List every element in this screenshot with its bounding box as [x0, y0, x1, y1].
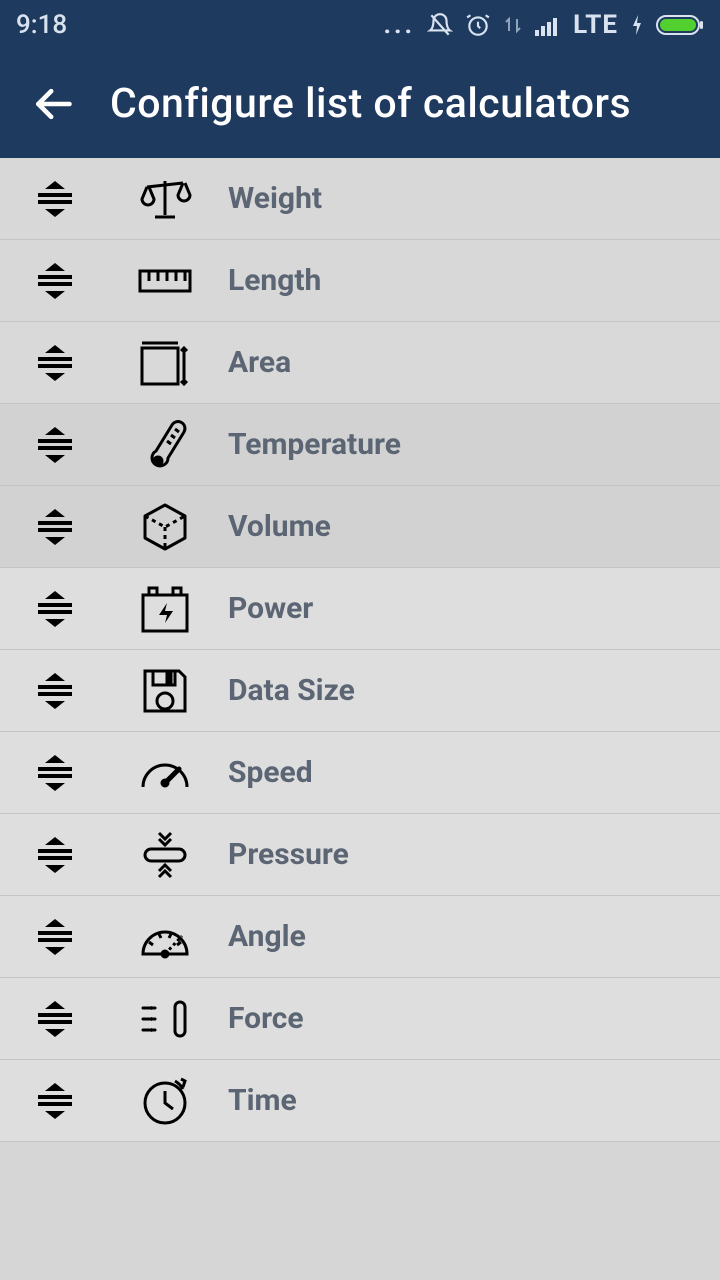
drag-handle-icon[interactable] [0, 589, 110, 629]
status-time: 9:18 [16, 10, 67, 40]
area-icon [110, 338, 220, 388]
status-right: ... LTE [383, 10, 704, 40]
list-item-label: Force [220, 1001, 304, 1036]
more-icon: ... [383, 10, 415, 40]
drag-handle-icon[interactable] [0, 1081, 110, 1121]
drag-handle-icon[interactable] [0, 343, 110, 383]
list-item-label: Time [220, 1083, 297, 1118]
arrow-left-icon [31, 82, 75, 126]
floppy-icon [110, 665, 220, 717]
drag-handle-icon[interactable] [0, 179, 110, 219]
list-item-label: Data Size [220, 673, 355, 708]
list-item-label: Length [220, 263, 321, 298]
protractor-icon [110, 914, 220, 960]
drag-handle-icon[interactable] [0, 753, 110, 793]
drag-handle-icon[interactable] [0, 671, 110, 711]
list-item[interactable]: Pressure [0, 814, 720, 896]
data-transfer-icon [503, 13, 523, 37]
force-icon [110, 996, 220, 1042]
list-item-label: Power [220, 591, 313, 626]
app-header: Configure list of calculators [0, 50, 720, 158]
list-item[interactable]: Angle [0, 896, 720, 978]
network-label: LTE [573, 10, 618, 40]
drag-handle-icon[interactable] [0, 261, 110, 301]
battery-power-icon [110, 583, 220, 635]
scale-icon [110, 175, 220, 223]
pressure-icon [110, 829, 220, 881]
list-item[interactable]: Area [0, 322, 720, 404]
ruler-icon [110, 266, 220, 296]
list-item[interactable]: Temperature [0, 404, 720, 486]
list-item-label: Weight [220, 181, 322, 216]
list-item[interactable]: Power [0, 568, 720, 650]
page-title: Configure list of calculators [110, 80, 631, 128]
mute-icon [427, 12, 453, 38]
drag-handle-icon[interactable] [0, 999, 110, 1039]
list-item[interactable]: Length [0, 240, 720, 322]
drag-handle-icon[interactable] [0, 917, 110, 957]
charging-icon [630, 13, 644, 37]
list-item[interactable]: Time [0, 1060, 720, 1142]
list-item-label: Area [220, 345, 291, 380]
status-bar: 9:18 ... LTE [0, 0, 720, 50]
list-item-label: Speed [220, 755, 313, 790]
list-item[interactable]: Speed [0, 732, 720, 814]
signal-icon [535, 14, 561, 36]
list-item-label: Pressure [220, 837, 349, 872]
list-item-label: Volume [220, 509, 331, 544]
list-item-label: Temperature [220, 427, 401, 462]
list-item[interactable]: Weight [0, 158, 720, 240]
cube-icon [110, 501, 220, 553]
back-button[interactable] [18, 69, 88, 139]
list-item[interactable]: Data Size [0, 650, 720, 732]
drag-handle-icon[interactable] [0, 835, 110, 875]
alarm-icon [465, 12, 491, 38]
gauge-icon [110, 753, 220, 793]
drag-handle-icon[interactable] [0, 425, 110, 465]
clock-icon [110, 1075, 220, 1127]
thermometer-icon [110, 419, 220, 471]
battery-icon [656, 13, 704, 37]
list-item[interactable]: Volume [0, 486, 720, 568]
list-item-label: Angle [220, 919, 306, 954]
drag-handle-icon[interactable] [0, 507, 110, 547]
calculator-list: Weight Length Area Temperature Volume Power Da… [0, 158, 720, 1142]
list-item[interactable]: Force [0, 978, 720, 1060]
